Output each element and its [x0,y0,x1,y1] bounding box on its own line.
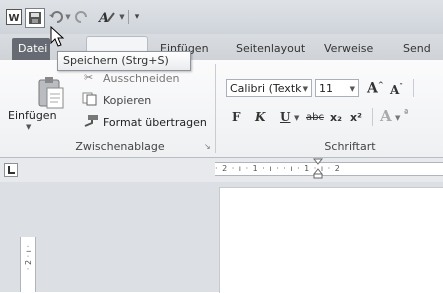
save-icon[interactable] [25,8,45,28]
tab-page-layout[interactable]: Seitenlayout [236,38,305,60]
format-painter-icon[interactable] [82,114,100,128]
horizontal-ruler[interactable]: · 2 · ı · 1 · ı · · ı · 1 · ı · 2 [215,162,443,176]
clipboard-group-label: Zwischenablage [75,140,165,153]
chevron-down-icon: ▼ [302,85,308,93]
clipboard-launcher-icon[interactable]: ↘ [204,142,211,151]
vertical-ruler-marks: · 2 · ı · [24,245,33,271]
cut-button[interactable]: Ausschneiden [103,72,180,85]
format-painter-button[interactable]: Format übertragen [103,116,207,129]
font-size-value: 11 [319,82,333,95]
paste-button[interactable]: Einfügen [8,109,57,122]
format-dropdown-icon[interactable]: ▼ [118,9,126,25]
redo-icon[interactable] [75,9,91,25]
undo-icon[interactable] [48,9,64,25]
tab-references[interactable]: Verweise [324,38,373,60]
shrink-font-icon[interactable]: Aˇ [390,82,403,97]
superscript-button[interactable]: x² [350,111,362,124]
customize-icon[interactable]: ▾ [132,9,142,25]
copy-icon[interactable] [82,92,98,106]
highlight-icon[interactable]: ª [404,109,408,119]
grow-font-icon[interactable]: A^ [367,80,384,97]
bold-button[interactable]: F [232,110,241,124]
font-separator-2 [372,108,373,126]
qat-separator [128,10,129,24]
paste-dropdown-icon[interactable]: ▼ [26,123,31,131]
tab-selector[interactable] [4,163,18,177]
paste-icon[interactable] [36,76,66,110]
copy-button[interactable]: Kopieren [103,94,151,107]
text-effects-dropdown-icon[interactable]: ▼ [395,114,400,122]
font-group-label: Schriftart [324,140,376,153]
subscript-button[interactable]: x₂ [330,111,342,124]
font-size-select[interactable]: 11 ▼ [315,79,359,97]
svg-text:A: A [97,11,109,25]
text-effects-icon[interactable]: A [380,107,392,125]
underline-dropdown-icon[interactable]: ▼ [294,114,299,122]
chevron-down-icon: ▼ [349,85,355,93]
italic-button[interactable]: K [255,110,265,124]
word-logo-icon[interactable]: W [6,9,22,25]
undo-dropdown-icon[interactable]: ▼ [64,9,72,25]
cut-icon[interactable]: ✂ [84,71,93,84]
tab-file[interactable]: Datei [12,38,50,60]
tab-mailings[interactable]: Send [403,38,431,60]
font-name-value: Calibri (Textk [230,82,302,95]
mouse-cursor-icon [50,25,66,48]
font-name-select[interactable]: Calibri (Textk ▼ [226,79,312,97]
format-icon[interactable]: A [96,9,118,25]
vertical-ruler[interactable]: · 2 · ı · [20,237,36,292]
svg-text:W: W [8,13,19,24]
font-separator [413,79,414,97]
indent-marker-icon[interactable] [312,158,324,180]
strikethrough-button[interactable]: abc [306,112,324,123]
document-page[interactable] [219,187,443,293]
group-separator [215,64,216,153]
underline-button[interactable]: U [280,110,290,124]
save-tooltip: Speichern (Strg+S) [57,51,191,71]
